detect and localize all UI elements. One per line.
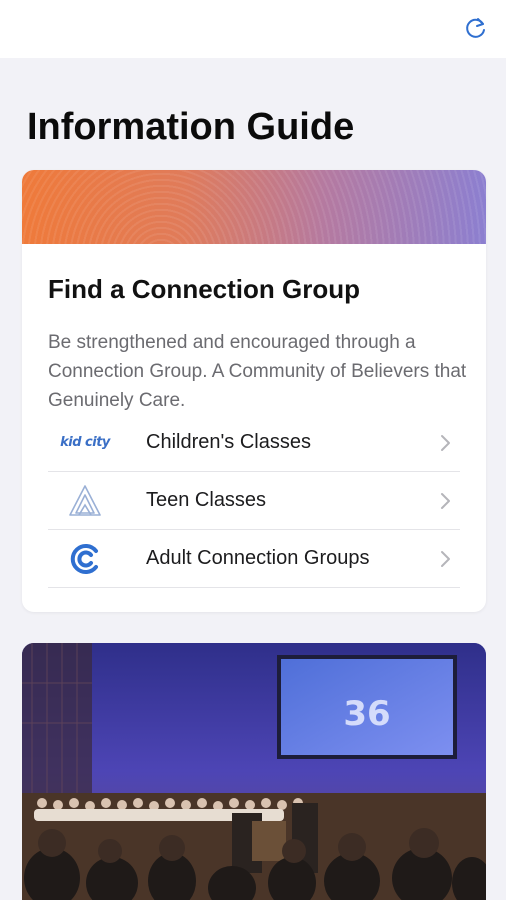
church-worship-photo[interactable]: 36 (22, 643, 486, 900)
list-item-teen-classes[interactable]: Teen Classes (48, 472, 460, 530)
list-item-label: Adult Connection Groups (146, 547, 370, 569)
class-list: kid city Children's Classes Teen Classes (48, 414, 460, 588)
list-item-childrens-classes[interactable]: kid city Children's Classes (48, 414, 460, 472)
chevron-right-icon (430, 530, 460, 588)
chevron-right-icon (430, 414, 460, 472)
refresh-icon (466, 18, 485, 38)
chevron-right-icon (430, 472, 460, 530)
worship-photo-illustration: 36 (22, 643, 486, 900)
list-item-label: Children's Classes (146, 431, 311, 453)
top-bar (0, 0, 506, 58)
teen-triangle-logo-icon (48, 472, 146, 530)
card-description: Be strengthened and encouraged through a… (48, 332, 467, 411)
page-title: Information Guide (27, 106, 355, 148)
screen-number: 36 (343, 694, 390, 734)
card-title: Find a Connection Group (48, 274, 360, 304)
adult-c-logo-icon (48, 530, 146, 588)
list-item-adult-connection-groups[interactable]: Adult Connection Groups (48, 530, 460, 588)
kidcity-logo-text: kid city (60, 435, 110, 450)
connection-group-card: Find a Connection Group Be strengthened … (22, 170, 486, 612)
card-banner (22, 170, 486, 244)
kidcity-logo-icon: kid city (48, 414, 146, 472)
refresh-button[interactable] (462, 14, 490, 42)
list-item-label: Teen Classes (146, 489, 267, 511)
